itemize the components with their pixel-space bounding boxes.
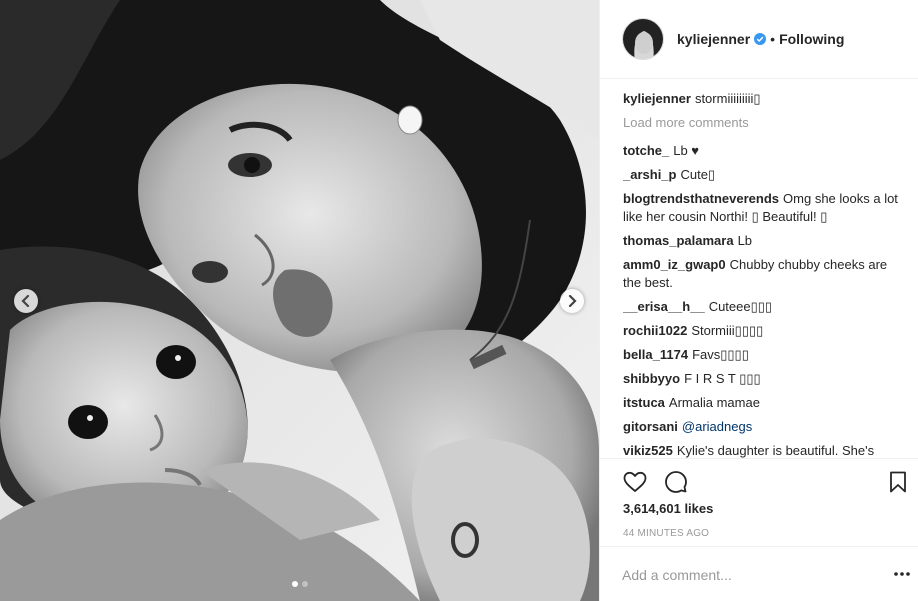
list-item: thomas_palamara Lb — [623, 232, 899, 250]
post-timestamp: 44 MINUTES AGO — [623, 528, 710, 539]
list-item: gitorsani @ariadnegs — [623, 418, 899, 436]
comment-text: Kylie's daughter is beautiful. She's — [676, 443, 875, 458]
list-item: rochii1022 Stormiii▯▯▯▯ — [623, 322, 899, 340]
load-more-comments-link[interactable]: Load more comments — [623, 114, 899, 132]
comment-text: Lb ♥ — [673, 143, 700, 158]
carousel-next-button[interactable] — [560, 289, 584, 313]
following-button[interactable]: Following — [779, 31, 844, 47]
comment-text: Stormiii▯▯▯▯ — [691, 323, 764, 338]
comment-text: F I R S T ▯▯▯ — [684, 371, 761, 386]
carousel-dot — [301, 581, 308, 587]
carousel-prev-button[interactable] — [14, 289, 38, 313]
more-options-button[interactable] — [892, 567, 912, 581]
list-item: bella_1174 Favs▯▯▯▯ — [623, 346, 899, 364]
post-header: kyliejenner • Following — [600, 0, 918, 79]
header-separator: • — [770, 31, 776, 47]
verified-badge-icon — [754, 33, 767, 45]
avatar[interactable] — [622, 18, 664, 60]
heart-icon — [623, 471, 647, 492]
post-image — [0, 0, 599, 601]
post-panel: kyliejenner • Following kyliejenner storm… — [599, 0, 918, 601]
likes-count[interactable]: 3,614,601 likes — [623, 501, 713, 516]
comment-button[interactable] — [663, 469, 689, 495]
caption-text: stormiiiiiiiii▯ — [694, 91, 761, 106]
comment-username[interactable]: amm0_iz_gwap0 — [623, 257, 726, 272]
action-bar — [600, 458, 918, 502]
bookmark-icon — [890, 471, 906, 493]
list-item: _arshi_p Cute▯ — [623, 166, 899, 184]
add-comment-section — [600, 546, 918, 601]
comment-text: Cuteee▯▯▯ — [708, 299, 773, 314]
comment-username[interactable]: thomas_palamara — [623, 233, 734, 248]
list-item: totche_ Lb ♥ — [623, 142, 899, 160]
comment-username[interactable]: totche_ — [623, 143, 669, 158]
header-username[interactable]: kyliejenner — [677, 31, 750, 47]
comment-text: Favs▯▯▯▯ — [692, 347, 749, 362]
comments-list[interactable]: kyliejenner stormiiiiiiiii▯ Load more com… — [623, 90, 899, 458]
comment-text: Lb — [737, 233, 753, 248]
save-button[interactable] — [885, 469, 911, 495]
comment-username[interactable]: blogtrendsthatneverends — [623, 191, 779, 206]
list-item: vikiz525 Kylie's daughter is beautiful. S… — [623, 442, 899, 458]
post-photo — [0, 0, 599, 601]
comment-username[interactable]: _arshi_p — [623, 167, 676, 182]
comment-text: Armalia mamae — [668, 395, 760, 410]
carousel-indicator — [0, 581, 599, 587]
carousel-dot-active — [291, 581, 298, 587]
caption-username[interactable]: kyliejenner — [623, 91, 691, 106]
avatar-image — [623, 19, 663, 59]
chevron-left-icon — [21, 295, 30, 307]
chevron-right-icon — [568, 295, 577, 307]
comment-username[interactable]: itstuca — [623, 395, 665, 410]
comment-username[interactable]: vikiz525 — [623, 443, 673, 458]
list-item: itstuca Armalia mamae — [623, 394, 899, 412]
list-item: __erisa__h__ Cuteee▯▯▯ — [623, 298, 899, 316]
comment-mention-link[interactable]: @ariadnegs — [682, 419, 752, 434]
comment-username[interactable]: rochii1022 — [623, 323, 687, 338]
list-item: shibbyyo F I R S T ▯▯▯ — [623, 370, 899, 388]
ellipsis-icon — [894, 572, 910, 576]
comment-username[interactable]: bella_1174 — [623, 347, 688, 362]
list-item: amm0_iz_gwap0 Chubby chubby cheeks are th… — [623, 256, 899, 292]
comment-username[interactable]: __erisa__h__ — [623, 299, 705, 314]
caption: kyliejenner stormiiiiiiiii▯ — [623, 90, 899, 108]
speech-bubble-icon — [665, 471, 687, 493]
comment-username[interactable]: gitorsani — [623, 419, 678, 434]
like-button[interactable] — [622, 469, 648, 495]
list-item: blogtrendsthatneverends Omg she looks a l… — [623, 190, 899, 226]
comment-text: Cute▯ — [680, 167, 716, 182]
comment-username[interactable]: shibbyyo — [623, 371, 680, 386]
add-comment-input[interactable] — [622, 565, 862, 585]
